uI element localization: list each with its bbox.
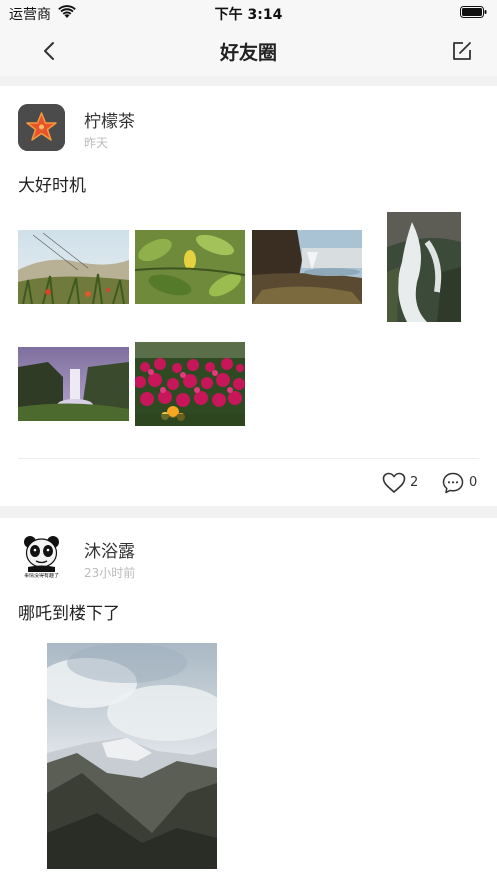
like-count: 2	[410, 475, 419, 490]
comment-button[interactable]: 0	[442, 472, 482, 494]
post-username[interactable]: 柠檬茶	[84, 107, 135, 132]
comment-bubble-icon	[442, 472, 464, 494]
moments-feed: 柠檬茶 昨天 大好时机 2 0 事情没得有趣了 沐浴露 23小时前 哪吒到楼下了	[0, 86, 497, 883]
heart-icon	[382, 472, 406, 493]
battery-icon	[460, 6, 487, 18]
post-image-waterfall-coast[interactable]	[252, 230, 362, 304]
page-title: 好友圈	[219, 42, 277, 64]
status-time: 下午 3:14	[214, 7, 283, 23]
post-image-skogafoss[interactable]	[18, 347, 129, 421]
post-image-flowers[interactable]	[135, 342, 245, 426]
avatar[interactable]	[18, 104, 65, 151]
post-text: 大好时机	[18, 176, 86, 196]
comment-count: 0	[469, 475, 478, 490]
post-timestamp: 23小时前	[84, 566, 136, 580]
post-card: 事情没得有趣了 沐浴露 23小时前 哪吒到楼下了	[0, 518, 497, 883]
starfish-avatar-icon	[18, 104, 65, 151]
post-image-waterfall-rocks[interactable]	[387, 212, 461, 322]
status-bar: 运营商 下午 3:14	[0, 0, 497, 26]
navigation-bar: 好友圈	[0, 26, 497, 76]
compose-icon[interactable]	[451, 40, 473, 62]
post-divider	[18, 458, 479, 459]
post-image-leaves[interactable]	[135, 230, 245, 304]
avatar[interactable]: 事情没得有趣了	[18, 534, 65, 581]
post-image-mountains[interactable]	[47, 643, 217, 869]
post-card: 柠檬茶 昨天 大好时机 2 0	[0, 86, 497, 506]
chevron-left-icon[interactable]	[38, 39, 62, 63]
post-image-grassland[interactable]	[18, 230, 129, 304]
avatar-caption: 事情没得有趣了	[23, 573, 59, 579]
post-text: 哪吒到楼下了	[18, 604, 120, 624]
like-button[interactable]: 2	[382, 472, 422, 494]
post-timestamp: 昨天	[84, 136, 109, 150]
post-username[interactable]: 沐浴露	[84, 537, 135, 562]
